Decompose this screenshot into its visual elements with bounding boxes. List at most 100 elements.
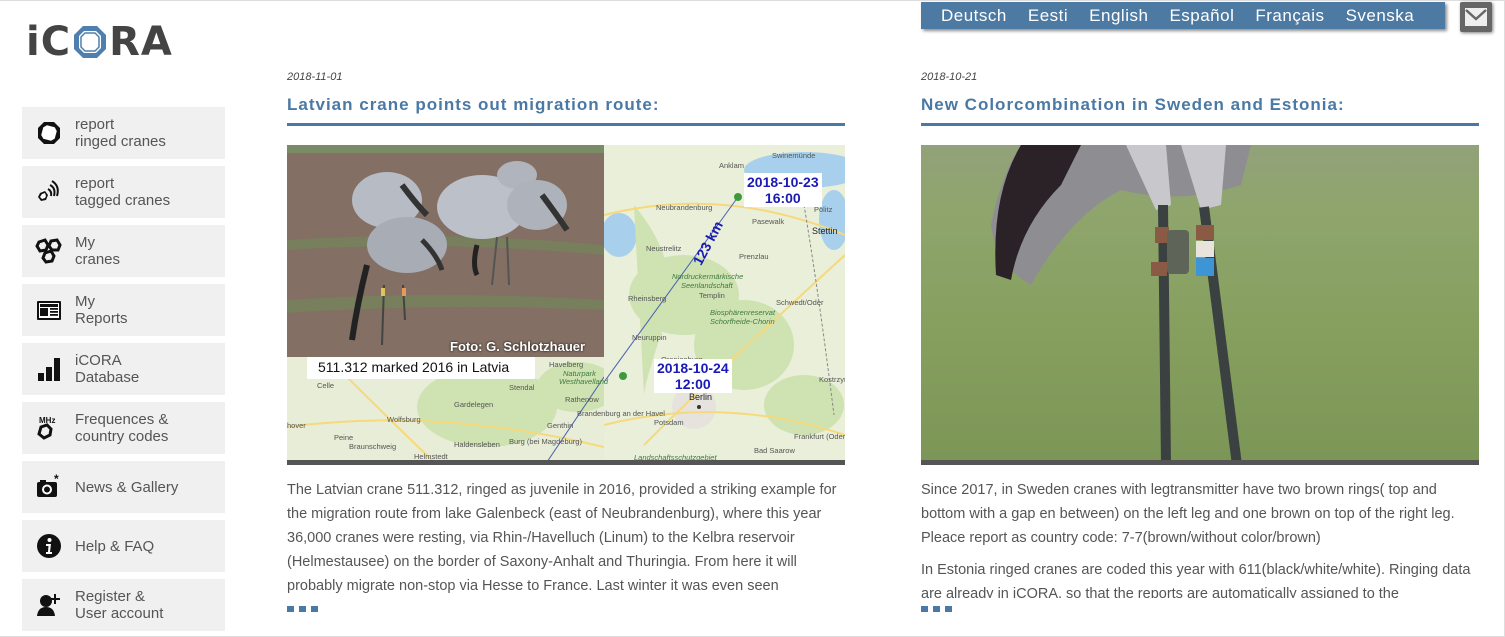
- lang-svenska[interactable]: Svenska: [1346, 6, 1415, 26]
- map-label: Stendal: [509, 383, 535, 392]
- rings-icon: [34, 238, 62, 264]
- sidebar-item-report-ringed-cranes[interactable]: report ringed cranes: [22, 107, 225, 159]
- nav-label-line2: ringed cranes: [75, 133, 166, 150]
- lang-espanol[interactable]: Español: [1169, 6, 1234, 26]
- nav-label-line1: report: [75, 116, 115, 133]
- sidebar-item-my-cranes[interactable]: My cranes: [22, 225, 225, 277]
- lang-eesti[interactable]: Eesti: [1028, 6, 1068, 26]
- timestamp-start: 2018-10-23 16:00: [744, 173, 822, 207]
- map-label: Brandenburg an der Havel: [577, 409, 665, 418]
- article-image[interactable]: Swinemünde Anklam Neubrandenburg Pasewal…: [287, 145, 845, 465]
- nav-label-line1: Help & FAQ: [75, 537, 155, 555]
- article-image[interactable]: [921, 145, 1479, 465]
- nav-label-line2: cranes: [75, 251, 121, 268]
- lang-francais[interactable]: Français: [1255, 6, 1324, 26]
- timestamp-end-time: 12:00: [674, 376, 711, 392]
- map-label: Neuruppin: [632, 333, 667, 342]
- read-more-button[interactable]: [921, 606, 961, 612]
- article-title[interactable]: Latvian crane points out migration route…: [287, 95, 845, 126]
- map-label: Schorfheide-Chorin: [710, 317, 775, 326]
- mail-button[interactable]: [1460, 2, 1492, 32]
- map-label: Gardelegen: [454, 400, 494, 409]
- newspaper-icon: [36, 301, 61, 320]
- news-article: 2018-10-21 New Colorcombination in Swede…: [921, 71, 1479, 612]
- info-icon: [36, 534, 61, 558]
- map-label: Landschaftsschutzgebiet: [634, 453, 717, 462]
- more-dot: [921, 606, 928, 612]
- sidebar-item-news-gallery[interactable]: * News & Gallery: [22, 461, 225, 513]
- sidebar-item-register-user-account[interactable]: Register & User account: [22, 579, 225, 631]
- icora-logo[interactable]: iC RA: [26, 21, 216, 63]
- nav-label-line2: Database: [75, 369, 140, 386]
- map-label: Havelberg: [549, 360, 584, 369]
- nav-label-line2: Reports: [75, 310, 128, 327]
- crane-legs-photo: [991, 145, 1251, 460]
- map-label: Prenzlau: [739, 252, 769, 261]
- article-paragraph: Since 2017, in Sweden cranes with legtra…: [921, 482, 1455, 546]
- mail-icon: [1465, 8, 1487, 26]
- map-label: Pasewalk: [752, 217, 785, 226]
- map-label: Rheinsberg: [628, 294, 667, 303]
- timestamp-end: 2018-10-24 12:00: [654, 359, 732, 393]
- ring-icon: [37, 122, 60, 144]
- map-label: Bad Saarow: [754, 446, 795, 455]
- article-body: The Latvian crane 511.312, ringed as juv…: [287, 478, 845, 596]
- nav-label-line1: News & Gallery: [75, 478, 179, 496]
- map-label: Peine: [334, 433, 354, 442]
- article-paragraph: In Estonia ringed cranes are coded this …: [921, 562, 1471, 598]
- map-label: Berlin: [689, 392, 713, 402]
- lang-english[interactable]: English: [1089, 6, 1148, 26]
- nav-label-line2: User account: [75, 605, 164, 622]
- map-label: Wolfsburg: [387, 415, 421, 424]
- sidebar-item-icora-database[interactable]: iCORA Database: [22, 343, 225, 395]
- logo-text-right: RA: [109, 19, 173, 65]
- more-dot: [933, 606, 940, 612]
- ring-logo-icon: [74, 26, 107, 58]
- article-paragraph: The Latvian crane 511.312, ringed as juv…: [287, 482, 837, 594]
- map-label: Potsdam: [654, 418, 684, 427]
- timestamp-start-date: 2018-10-23: [747, 174, 819, 190]
- logo-text-left: iC: [26, 19, 72, 65]
- sidebar-item-frequences-country-codes[interactable]: MHz Frequences & country codes: [22, 402, 225, 454]
- map-label: Templin: [699, 291, 725, 300]
- sidebar-item-help-faq[interactable]: Help & FAQ: [22, 520, 225, 572]
- map-label: Celle: [317, 381, 335, 390]
- lang-deutsch[interactable]: Deutsch: [941, 6, 1007, 26]
- nav-label-line1: Frequences &: [75, 411, 169, 428]
- map-label: Seenlandschaft: [681, 281, 733, 290]
- map-label: Westhavelland: [559, 377, 609, 386]
- nav-label-line1: My: [75, 293, 95, 310]
- article-date: 2018-10-21: [921, 71, 978, 83]
- photo-caption: 511.312 marked 2016 in Latvia: [307, 357, 535, 379]
- camera-icon: *: [36, 473, 59, 497]
- more-dot: [945, 606, 952, 612]
- read-more-button[interactable]: [287, 606, 327, 612]
- map-label: Swinemünde: [772, 151, 816, 160]
- map-label: Neubrandenburg: [656, 203, 713, 212]
- nav-label-line1: iCORA: [75, 352, 122, 369]
- bar-chart-icon: [37, 358, 60, 381]
- map-label: Burg (bei Magdeburg): [509, 437, 582, 446]
- more-dot: [311, 606, 318, 612]
- news-article: 2018-11-01 Latvian crane points out migr…: [287, 71, 845, 612]
- map-label: Haldensleben: [454, 440, 500, 449]
- language-bar: Deutsch Eesti English Español Français S…: [921, 2, 1445, 29]
- more-dot: [287, 606, 294, 612]
- article-body: Since 2017, in Sweden cranes with legtra…: [921, 478, 1479, 598]
- sidebar-item-report-tagged-cranes[interactable]: report tagged cranes: [22, 166, 225, 218]
- article-title[interactable]: New Colorcombination in Sweden and Eston…: [921, 95, 1479, 126]
- crane-photo: Foto: G. Schlotzhauer: [287, 145, 604, 357]
- nav-label-line2: tagged cranes: [75, 192, 171, 209]
- crane-photo-drawing: [287, 145, 604, 357]
- map-label: Helmstedt: [414, 452, 448, 461]
- add-user-icon: [36, 594, 60, 616]
- sidebar-item-my-reports[interactable]: My Reports: [22, 284, 225, 336]
- map-label: hover: [287, 421, 306, 430]
- map-label: Anklam: [719, 161, 745, 170]
- map-label: Rathenow: [565, 395, 599, 404]
- map-label: Stettin: [812, 226, 838, 236]
- map-label: Neustrelitz: [646, 244, 682, 253]
- nav-label-line1: report: [75, 175, 115, 192]
- map-label: Kostrzyn: [819, 375, 845, 384]
- svg-text:*: *: [54, 473, 59, 486]
